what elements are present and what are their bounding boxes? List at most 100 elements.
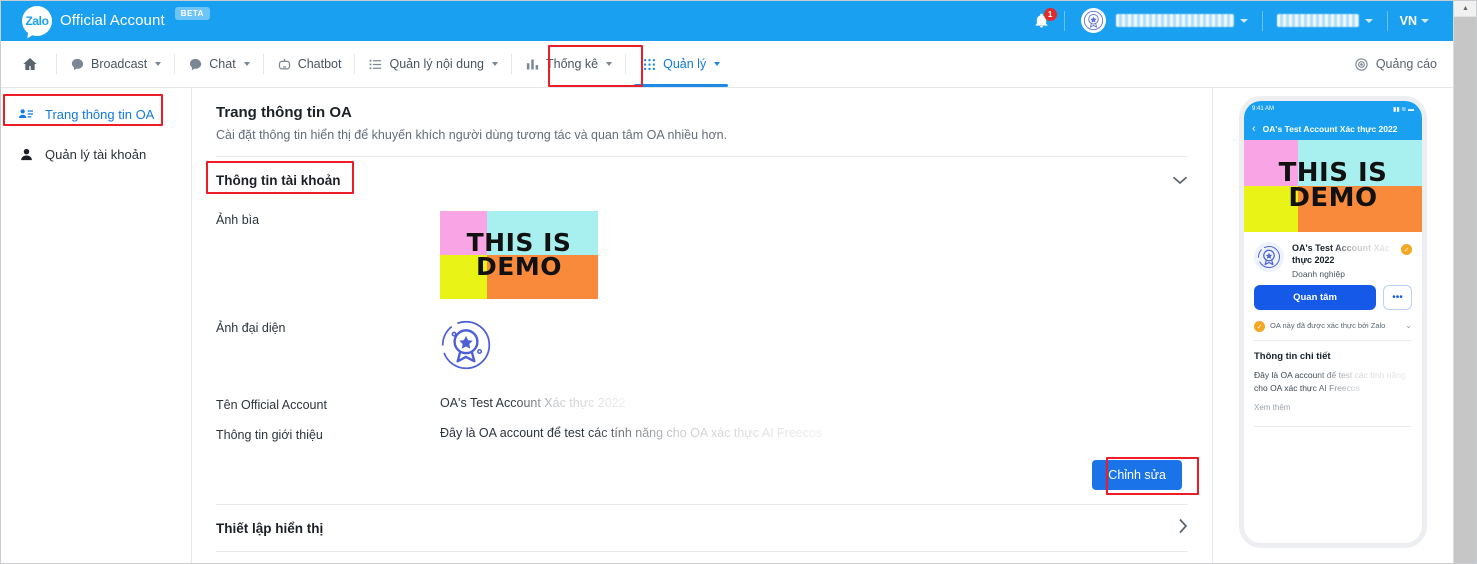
page-title: Trang thông tin OA — [216, 104, 352, 121]
display-settings-section-header[interactable]: Thiết lập hiển thị — [192, 505, 1212, 551]
cover-image[interactable]: THIS IS DEMO — [440, 211, 598, 299]
nav-chat[interactable]: Chat — [175, 41, 262, 87]
sidebar-item-oa-info[interactable]: Trang thông tin OA — [0, 94, 191, 134]
nav-broadcast-label: Broadcast — [91, 57, 148, 71]
phone-nav-title: OA's Test Account Xác thực 2022 — [1262, 123, 1398, 134]
ads-button[interactable]: Quảng cáo — [1354, 57, 1437, 72]
display-settings-section-title: Thiết lập hiển thị — [216, 520, 324, 536]
zalo-oa-app-window: Zalo Official Account BETA 1 VN Broadcas… — [0, 0, 1477, 564]
divider-below-display-settings — [216, 551, 1188, 552]
sidebar-item-oa-info-label: Trang thông tin OA — [45, 106, 155, 122]
cover-text-line2: DEMO — [476, 252, 562, 281]
user-icon — [18, 146, 34, 162]
broadcast-icon — [71, 58, 84, 70]
phone-account-row: OA's Test Account Xác thực 2022 Doanh ng… — [1244, 232, 1422, 285]
cover-label: Ảnh bìa — [216, 213, 260, 227]
phone-badge-star-icon — [1258, 246, 1280, 268]
oa-description-value: Đây là OA account để test các tính năng … — [440, 426, 823, 440]
page-subtitle: Cài đặt thông tin hiển thị để khuyến khí… — [216, 128, 728, 142]
phone-notch — [1310, 105, 1357, 113]
account-info-section-header[interactable]: Thông tin tài khoản — [192, 157, 1212, 203]
phone-verified-row[interactable]: ✓ OA này đã được xác thực bởi Zalo ⌄ — [1244, 310, 1422, 340]
phone-divider-2 — [1254, 425, 1412, 427]
phone-more-button[interactable]: ••• — [1383, 285, 1412, 311]
sidebar-item-account-management[interactable]: Quản lý tài khoản — [0, 134, 191, 174]
phone-verified-text: OA này đã được xác thực bởi Zalo — [1270, 321, 1386, 331]
cover-image-text: THIS IS DEMO — [440, 211, 598, 299]
target-icon — [1355, 57, 1368, 71]
edit-button[interactable]: Chỉnh sửa — [1092, 460, 1182, 490]
oa-description-label: Thông tin giới thiệu — [216, 428, 323, 442]
chatbot-icon — [278, 58, 290, 69]
window-scrollbar[interactable]: ▲ — [1453, 0, 1477, 564]
chevron-right-icon[interactable] — [1178, 518, 1188, 538]
phone-verified-chevron-down-icon[interactable]: ⌄ — [1405, 321, 1412, 330]
cover-image-value: THIS IS DEMO — [440, 211, 598, 299]
account-avatar-icon[interactable] — [1080, 8, 1106, 33]
header-divider-3 — [1386, 10, 1388, 31]
phone-preview-panel: 9:41 AM ▮▮ ≋ ▬ ‹ OA's Test Account Xác t… — [1212, 88, 1453, 564]
verified-check-icon: ✓ — [1401, 244, 1412, 255]
top-header-bar: Zalo Official Account BETA 1 VN — [0, 0, 1453, 41]
phone-follow-button[interactable]: Quan tâm — [1254, 285, 1376, 311]
header-divider-2 — [1261, 10, 1263, 31]
edit-button-area: Chỉnh sửa — [192, 442, 1212, 490]
field-row-cover: Ảnh bìa THIS IS DEMO — [192, 211, 1212, 299]
phone-action-buttons: Quan tâm ••• — [1244, 285, 1422, 311]
nav-broadcast[interactable]: Broadcast — [57, 41, 174, 87]
user-name-redacted[interactable] — [1276, 14, 1359, 27]
nav-statistics-label: Thống kê — [545, 57, 599, 71]
nav-broadcast-chevron-down-icon — [155, 62, 162, 66]
badge-star-icon — [1083, 10, 1103, 31]
phone-cover-line2: DEMO — [1288, 183, 1378, 213]
phone-status-icons: ▮▮ ≋ ▬ — [1393, 106, 1414, 113]
oa-name-value: OA's Test Account Xác thực 2022 — [440, 396, 626, 410]
account-info-section-title: Thông tin tài khoản — [216, 172, 341, 188]
nav-content-management[interactable]: Quản lý nội dung — [355, 41, 511, 87]
brand-title: Official Account — [60, 12, 165, 29]
nav-management[interactable]: Quản lý — [626, 41, 736, 87]
user-chevron-down-icon[interactable] — [1364, 18, 1373, 23]
phone-verified-badge-icon: ✓ — [1254, 321, 1265, 333]
nav-home[interactable] — [0, 41, 56, 87]
nav-content-chevron-down-icon — [491, 62, 498, 66]
zalo-logo-text: Zalo — [25, 13, 49, 28]
header-right-controls: 1 VN — [1019, 0, 1453, 41]
nav-statistics[interactable]: Thống kê — [512, 41, 625, 87]
phone-account-type: Doanh nghiệp — [1292, 269, 1345, 280]
field-row-name: Tên Official Account OA's Test Account X… — [192, 396, 1212, 412]
language-selector-label[interactable]: VN — [1400, 14, 1417, 28]
phone-avatar — [1254, 242, 1284, 272]
main-content-panel: Trang thông tin OA Cài đặt thông tin hiể… — [192, 88, 1212, 564]
scrollbar-track[interactable] — [1454, 17, 1477, 564]
nav-statistics-chevron-down-icon — [606, 62, 613, 66]
nav-management-chevron-down-icon — [714, 62, 721, 66]
oa-name-label: Tên Official Account — [216, 398, 327, 412]
account-chevron-down-icon[interactable] — [1239, 18, 1248, 23]
language-chevron-down-icon[interactable] — [1421, 18, 1429, 23]
scrollbar-up-arrow-icon[interactable]: ▲ — [1454, 0, 1477, 17]
chat-icon — [190, 58, 202, 70]
phone-cover-text: THIS IS DEMO — [1244, 140, 1422, 232]
notifications-button[interactable]: 1 — [1019, 8, 1064, 29]
header-divider-1 — [1063, 10, 1065, 31]
nav-chatbot-label: Chatbot — [297, 57, 342, 71]
avatar-badge-star-icon[interactable] — [440, 319, 492, 371]
chevron-down-icon[interactable] — [1172, 172, 1188, 189]
nav-content-management-label: Quản lý nội dung — [389, 57, 484, 71]
account-name-redacted[interactable] — [1115, 14, 1234, 27]
field-row-description: Thông tin giới thiệu Đây là OA account đ… — [192, 426, 1212, 442]
phone-back-icon[interactable]: ‹ — [1252, 123, 1256, 135]
grid-icon — [644, 58, 656, 70]
brand-logo-area[interactable]: Zalo Official Account BETA — [22, 5, 210, 36]
profile-card-icon — [18, 106, 34, 122]
bar-chart-icon — [526, 59, 539, 69]
nav-management-active-underline — [634, 84, 729, 87]
content-list-icon — [369, 59, 382, 69]
nav-chatbot[interactable]: Chatbot — [264, 41, 355, 87]
home-icon — [23, 58, 37, 70]
phone-see-more-link[interactable]: Xem thêm — [1244, 395, 1422, 412]
phone-status-bar: 9:41 AM ▮▮ ≋ ▬ — [1244, 101, 1422, 117]
field-row-avatar: Ảnh đại diện — [192, 319, 1212, 374]
ads-label: Quảng cáo — [1375, 57, 1437, 71]
